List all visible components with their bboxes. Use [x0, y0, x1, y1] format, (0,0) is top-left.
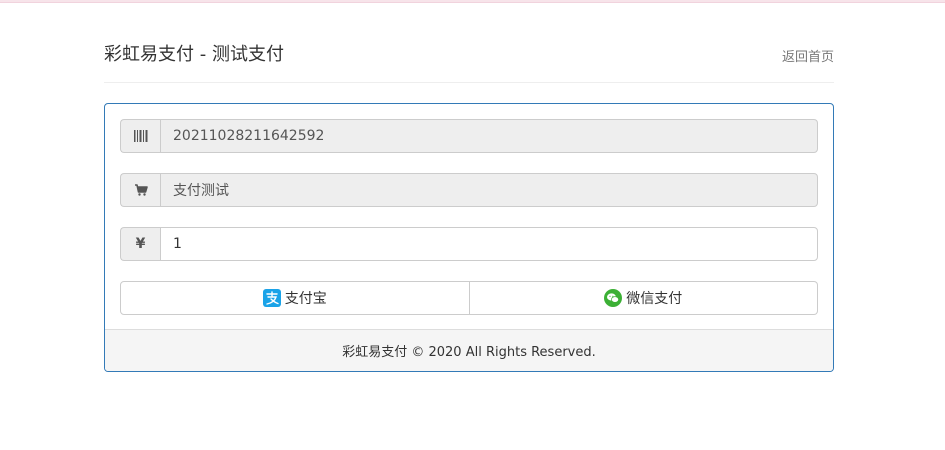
payment-panel: ¥ 支付宝 微信支付 — [104, 103, 834, 372]
top-strip — [0, 0, 945, 3]
product-name-group — [120, 173, 818, 207]
wechat-pay-button[interactable]: 微信支付 — [469, 281, 818, 315]
amount-field[interactable] — [160, 227, 818, 261]
order-number-group — [120, 119, 818, 153]
payment-method-buttons: 支付宝 微信支付 — [120, 281, 818, 315]
wechat-icon — [604, 289, 623, 307]
yen-icon: ¥ — [120, 227, 160, 261]
wechat-pay-label: 微信支付 — [626, 291, 683, 307]
alipay-button[interactable]: 支付宝 — [120, 281, 470, 315]
panel-footer: 彩虹易支付 © 2020 All Rights Reserved. — [105, 329, 833, 371]
page-title: 彩虹易支付 - 测试支付 — [104, 44, 284, 65]
alipay-icon — [262, 289, 281, 307]
order-number-field[interactable] — [160, 119, 818, 153]
product-name-field[interactable] — [160, 173, 818, 207]
amount-group: ¥ — [120, 227, 818, 261]
barcode-icon — [120, 119, 160, 153]
alipay-label: 支付宝 — [284, 291, 327, 307]
copyright-text: 彩虹易支付 © 2020 All Rights Reserved. — [342, 345, 596, 360]
page-header: 彩虹易支付 - 测试支付 返回首页 — [104, 38, 834, 83]
shopping-cart-icon — [120, 173, 160, 207]
return-home-link[interactable]: 返回首页 — [782, 46, 834, 65]
